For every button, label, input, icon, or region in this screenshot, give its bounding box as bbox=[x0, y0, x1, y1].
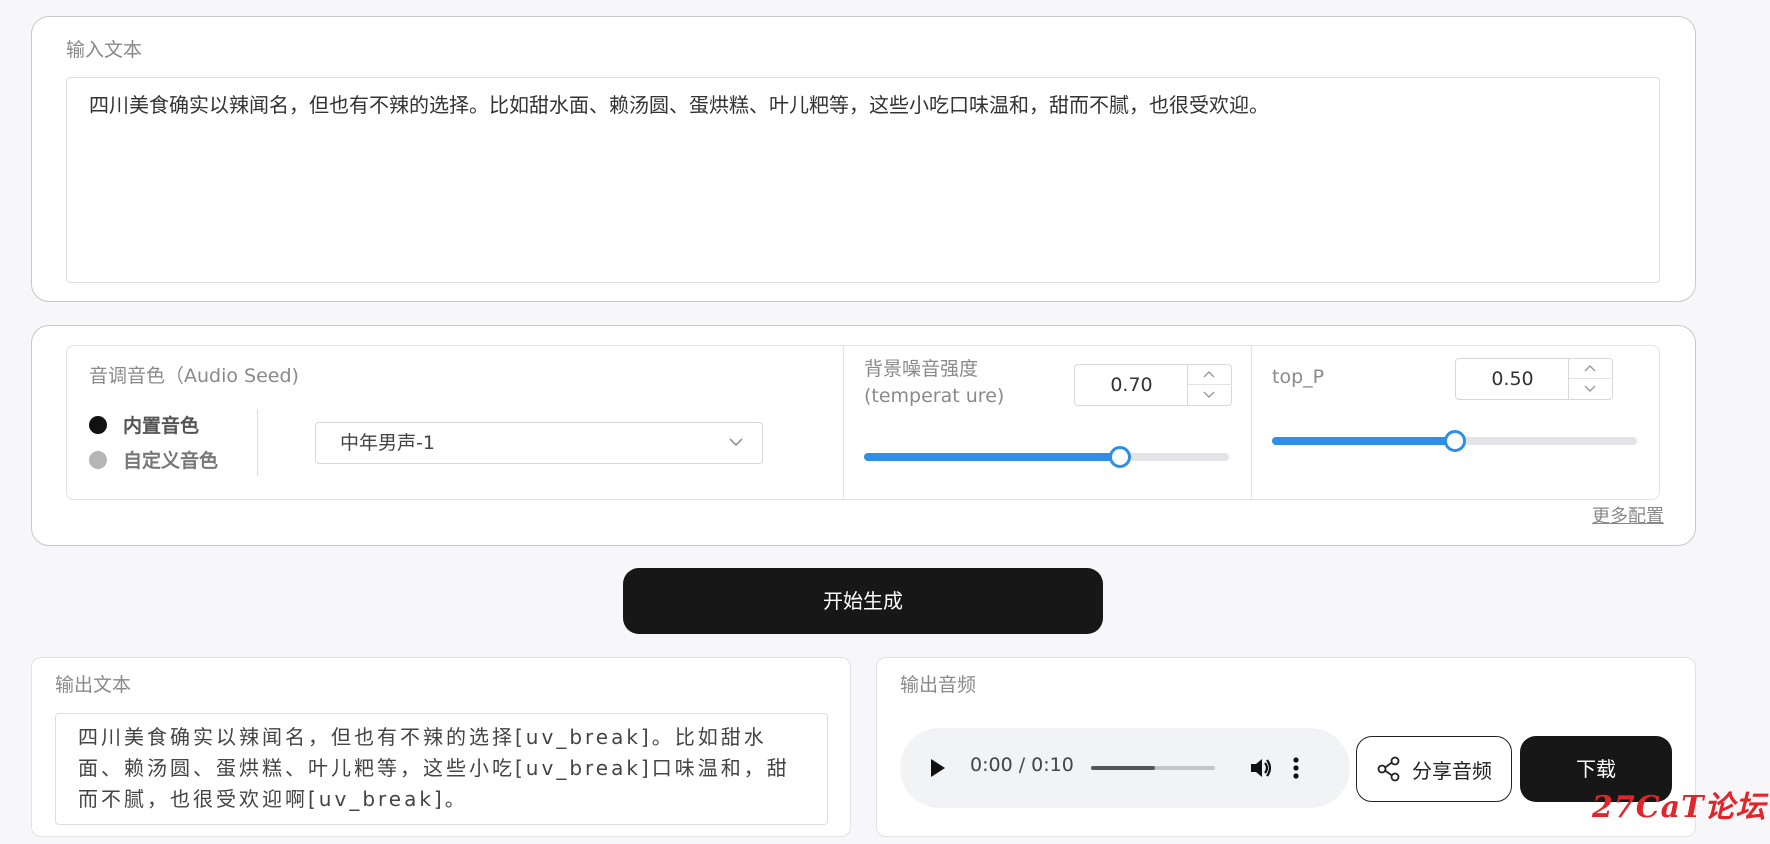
share-icon bbox=[1377, 756, 1400, 782]
share-audio-label: 分享音频 bbox=[1412, 758, 1492, 783]
audio-progress-bar[interactable] bbox=[1091, 766, 1215, 770]
audio-time: 0:00 / 0:10 bbox=[970, 754, 1074, 776]
audio-player: 0:00 / 0:10 bbox=[900, 728, 1350, 808]
temperature-stepper bbox=[1187, 365, 1232, 405]
audio-seed-column: 音调音色（Audio Seed) 内置音色 自定义音色 中年男声-1 bbox=[67, 346, 844, 499]
temperature-number-input[interactable]: 0.70 bbox=[1074, 364, 1232, 406]
temperature-increment-button[interactable] bbox=[1188, 365, 1232, 385]
temperature-column: 背景噪音强度(temperat ure) 0.70 bbox=[844, 346, 1252, 499]
radio-custom-label: 自定义音色 bbox=[123, 450, 219, 472]
temperature-slider[interactable] bbox=[864, 446, 1229, 468]
top-p-label: top_P bbox=[1272, 366, 1325, 388]
chevron-up-icon bbox=[1584, 365, 1596, 372]
slider-fill bbox=[864, 453, 1120, 461]
slider-fill bbox=[1272, 437, 1455, 445]
config-panel: 音调音色（Audio Seed) 内置音色 自定义音色 中年男声-1 背景噪音强… bbox=[66, 345, 1660, 500]
input-text-card: 输入文本 四川美食确实以辣闻名，但也有不辣的选择。比如甜水面、赖汤圆、蛋烘糕、叶… bbox=[31, 16, 1696, 302]
chevron-down-icon bbox=[1584, 385, 1596, 392]
more-vertical-icon[interactable] bbox=[1292, 755, 1300, 781]
radio-unselected-icon bbox=[89, 450, 107, 469]
output-text-card: 输出文本 四川美食确实以辣闻名，但也有不辣的选择[uv_break]。比如甜水面… bbox=[31, 657, 851, 837]
divider bbox=[257, 409, 258, 476]
play-icon[interactable] bbox=[929, 757, 947, 779]
volume-icon[interactable] bbox=[1248, 755, 1274, 781]
output-audio-card: 输出音频 0:00 / 0:10 分享音频 下载 bbox=[876, 657, 1696, 837]
top-p-value[interactable]: 0.50 bbox=[1456, 359, 1569, 399]
generate-button[interactable]: 开始生成 bbox=[623, 568, 1103, 634]
top-p-increment-button[interactable] bbox=[1569, 359, 1613, 379]
temperature-decrement-button[interactable] bbox=[1188, 385, 1232, 405]
chevron-down-icon bbox=[729, 438, 743, 447]
radio-builtin-voice[interactable]: 内置音色 bbox=[89, 411, 199, 438]
top-p-decrement-button[interactable] bbox=[1569, 379, 1613, 399]
chevron-down-icon bbox=[1203, 391, 1215, 398]
audio-progress-fill bbox=[1091, 766, 1156, 770]
input-text-area[interactable]: 四川美食确实以辣闻名，但也有不辣的选择。比如甜水面、赖汤圆、蛋烘糕、叶儿粑等，这… bbox=[66, 77, 1660, 283]
more-config-link[interactable]: 更多配置 bbox=[1592, 502, 1664, 528]
top-p-slider[interactable] bbox=[1272, 430, 1637, 452]
output-text-label: 输出文本 bbox=[55, 674, 132, 696]
top-p-column: top_P 0.50 bbox=[1252, 346, 1660, 499]
radio-selected-icon bbox=[89, 415, 107, 434]
slider-thumb[interactable] bbox=[1108, 446, 1131, 468]
radio-custom-voice[interactable]: 自定义音色 bbox=[89, 446, 218, 473]
output-audio-label: 输出音频 bbox=[900, 674, 977, 696]
top-p-stepper bbox=[1568, 359, 1613, 399]
radio-builtin-label: 内置音色 bbox=[123, 415, 200, 437]
output-text-area[interactable]: 四川美食确实以辣闻名，但也有不辣的选择[uv_break]。比如甜水面、赖汤圆、… bbox=[55, 713, 828, 825]
chevron-up-icon bbox=[1203, 371, 1215, 378]
audio-seed-title: 音调音色（Audio Seed) bbox=[89, 365, 299, 387]
config-card: 音调音色（Audio Seed) 内置音色 自定义音色 中年男声-1 背景噪音强… bbox=[31, 325, 1696, 546]
voice-select[interactable]: 中年男声-1 bbox=[315, 422, 763, 464]
slider-thumb[interactable] bbox=[1443, 430, 1466, 452]
temperature-label: 背景噪音强度(temperat ure) bbox=[864, 358, 1005, 407]
top-p-number-input[interactable]: 0.50 bbox=[1455, 358, 1613, 400]
input-text-label: 输入文本 bbox=[66, 39, 143, 61]
temperature-value[interactable]: 0.70 bbox=[1075, 365, 1188, 405]
voice-select-value: 中年男声-1 bbox=[340, 432, 435, 454]
share-audio-button[interactable]: 分享音频 bbox=[1356, 736, 1512, 802]
watermark: 27CaT论坛 bbox=[1592, 790, 1767, 825]
